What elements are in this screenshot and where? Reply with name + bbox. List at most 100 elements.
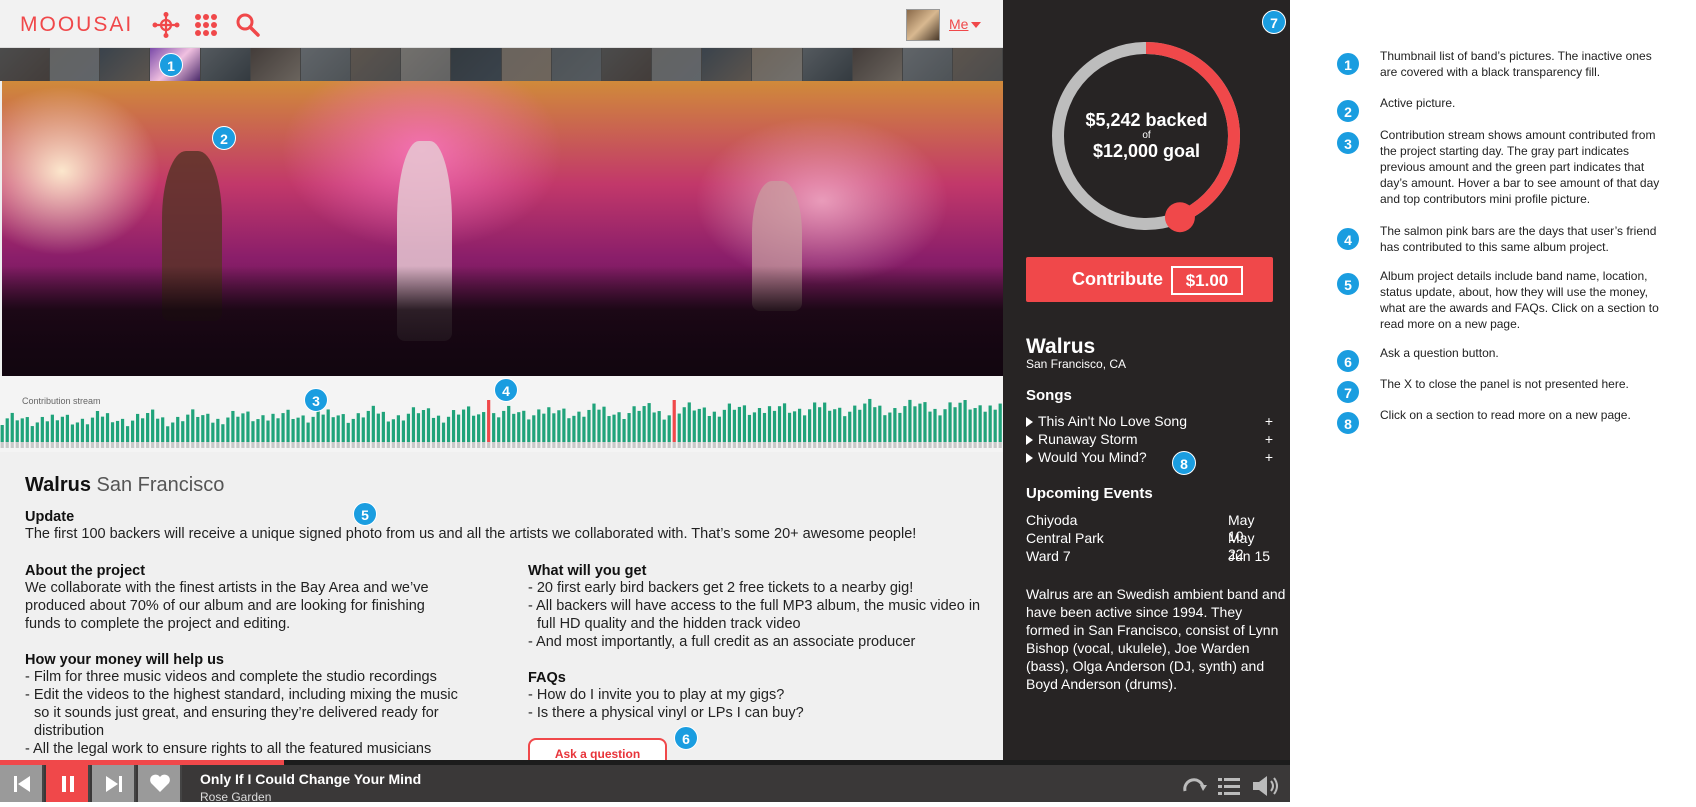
thumbnail[interactable]: [752, 48, 803, 81]
stream-bar[interactable]: [60, 416, 64, 442]
stream-bar[interactable]: [958, 402, 962, 442]
stream-bar[interactable]: [843, 416, 847, 442]
stream-bar[interactable]: [416, 413, 421, 442]
stream-bar[interactable]: [271, 413, 275, 442]
stream-bar[interactable]: [767, 406, 772, 442]
stream-bar[interactable]: [993, 409, 997, 442]
stream-bar[interactable]: [130, 420, 135, 442]
stream-bar[interactable]: [978, 405, 982, 442]
stream-bar[interactable]: [928, 411, 932, 442]
volume-icon[interactable]: [1250, 773, 1282, 799]
event-row[interactable]: Ward 7 Jun 15: [1026, 548, 1273, 564]
thumbnail[interactable]: [401, 48, 452, 81]
logo[interactable]: MOOUSAI: [20, 13, 133, 37]
stream-bar[interactable]: [296, 417, 300, 442]
stream-bar[interactable]: [998, 403, 1002, 442]
thumbnail[interactable]: [652, 48, 703, 81]
stream-bar[interactable]: [65, 414, 70, 442]
play-triangle-icon[interactable]: [1026, 435, 1033, 446]
stream-bar[interactable]: [502, 410, 506, 442]
stream-bar[interactable]: [125, 426, 130, 442]
stream-bar[interactable]: [687, 402, 691, 442]
stream-bar[interactable]: [146, 412, 150, 442]
stream-bar[interactable]: [517, 412, 521, 442]
add-song-button[interactable]: +: [1265, 413, 1273, 429]
stream-bar[interactable]: [0, 425, 4, 442]
network-icon[interactable]: [152, 12, 180, 38]
stream-bar[interactable]: [592, 403, 596, 442]
stream-bar[interactable]: [572, 415, 576, 442]
stream-bar[interactable]: [492, 413, 496, 442]
stream-bar[interactable]: [401, 420, 406, 442]
stream-bar[interactable]: [246, 411, 250, 442]
stream-bar[interactable]: [266, 420, 270, 442]
thumbnail[interactable]: [852, 48, 903, 81]
stream-bar[interactable]: [236, 416, 240, 442]
stream-bar[interactable]: [642, 406, 646, 442]
band-about[interactable]: Walrus are an Swedish ambient band and h…: [1026, 585, 1288, 693]
stream-bar[interactable]: [757, 408, 762, 442]
stream-bar[interactable]: [15, 420, 19, 442]
pause-button[interactable]: [46, 765, 90, 802]
stream-bar[interactable]: [697, 408, 701, 442]
thumbnail[interactable]: [200, 48, 251, 81]
stream-bar[interactable]: [80, 418, 85, 442]
stream-bar[interactable]: [762, 412, 767, 442]
stream-bar[interactable]: [893, 408, 897, 442]
stream-bar[interactable]: [421, 410, 426, 442]
stream-bar[interactable]: [682, 407, 686, 442]
stream-bar[interactable]: [863, 403, 867, 442]
stream-bar[interactable]: [988, 405, 992, 442]
stream-bar[interactable]: [201, 415, 205, 442]
stream-bar[interactable]: [451, 410, 456, 442]
stream-bar[interactable]: [301, 415, 305, 442]
stream-bar[interactable]: [306, 422, 310, 442]
stream-bar[interactable]: [466, 406, 471, 442]
stream-bar[interactable]: [156, 418, 160, 442]
stream-bar[interactable]: [371, 405, 375, 442]
stream-bar-friend[interactable]: [672, 400, 676, 442]
stream-bar[interactable]: [792, 411, 797, 442]
stream-bar[interactable]: [431, 417, 436, 442]
stream-bar[interactable]: [742, 405, 747, 442]
stream-bar[interactable]: [637, 410, 641, 442]
stream-bar[interactable]: [888, 412, 892, 442]
stream-bar[interactable]: [256, 419, 260, 442]
stream-bar[interactable]: [908, 399, 912, 442]
stream-bar[interactable]: [918, 403, 922, 442]
stream-bar[interactable]: [497, 417, 501, 442]
thumbnail[interactable]: [902, 48, 953, 81]
stream-bar[interactable]: [366, 410, 370, 442]
stream-bar[interactable]: [597, 409, 601, 442]
stream-bar[interactable]: [321, 414, 325, 442]
stream-bar[interactable]: [677, 413, 681, 442]
thumbnail[interactable]: [601, 48, 653, 81]
stream-bar[interactable]: [607, 416, 611, 442]
stream-bar[interactable]: [472, 415, 476, 442]
stream-bar[interactable]: [562, 408, 566, 442]
stream-bar[interactable]: [667, 415, 671, 442]
stream-bar[interactable]: [25, 417, 29, 442]
project-details[interactable]: Walrus San Francisco Update The first 10…: [0, 452, 1003, 760]
stream-bar[interactable]: [361, 417, 365, 442]
stream-bar[interactable]: [797, 408, 802, 442]
stream-bar[interactable]: [136, 413, 140, 442]
stream-bar[interactable]: [542, 413, 546, 442]
contribute-amount-input[interactable]: $1.00: [1171, 266, 1243, 295]
stream-bar[interactable]: [973, 408, 977, 442]
stream-bar[interactable]: [732, 409, 737, 442]
thumbnail[interactable]: [952, 48, 1003, 81]
stream-bar[interactable]: [231, 410, 235, 442]
search-icon[interactable]: [234, 12, 262, 38]
add-song-button[interactable]: +: [1265, 449, 1273, 465]
stream-bar[interactable]: [50, 414, 54, 442]
stream-bar[interactable]: [527, 419, 531, 442]
stream-bar[interactable]: [948, 402, 952, 442]
stream-bar[interactable]: [657, 411, 661, 442]
stream-bar[interactable]: [512, 413, 516, 442]
stream-bar[interactable]: [873, 407, 877, 442]
stream-bar[interactable]: [40, 416, 44, 442]
stream-bar[interactable]: [477, 414, 481, 442]
stream-bar[interactable]: [883, 415, 887, 442]
stream-bar[interactable]: [838, 407, 842, 442]
